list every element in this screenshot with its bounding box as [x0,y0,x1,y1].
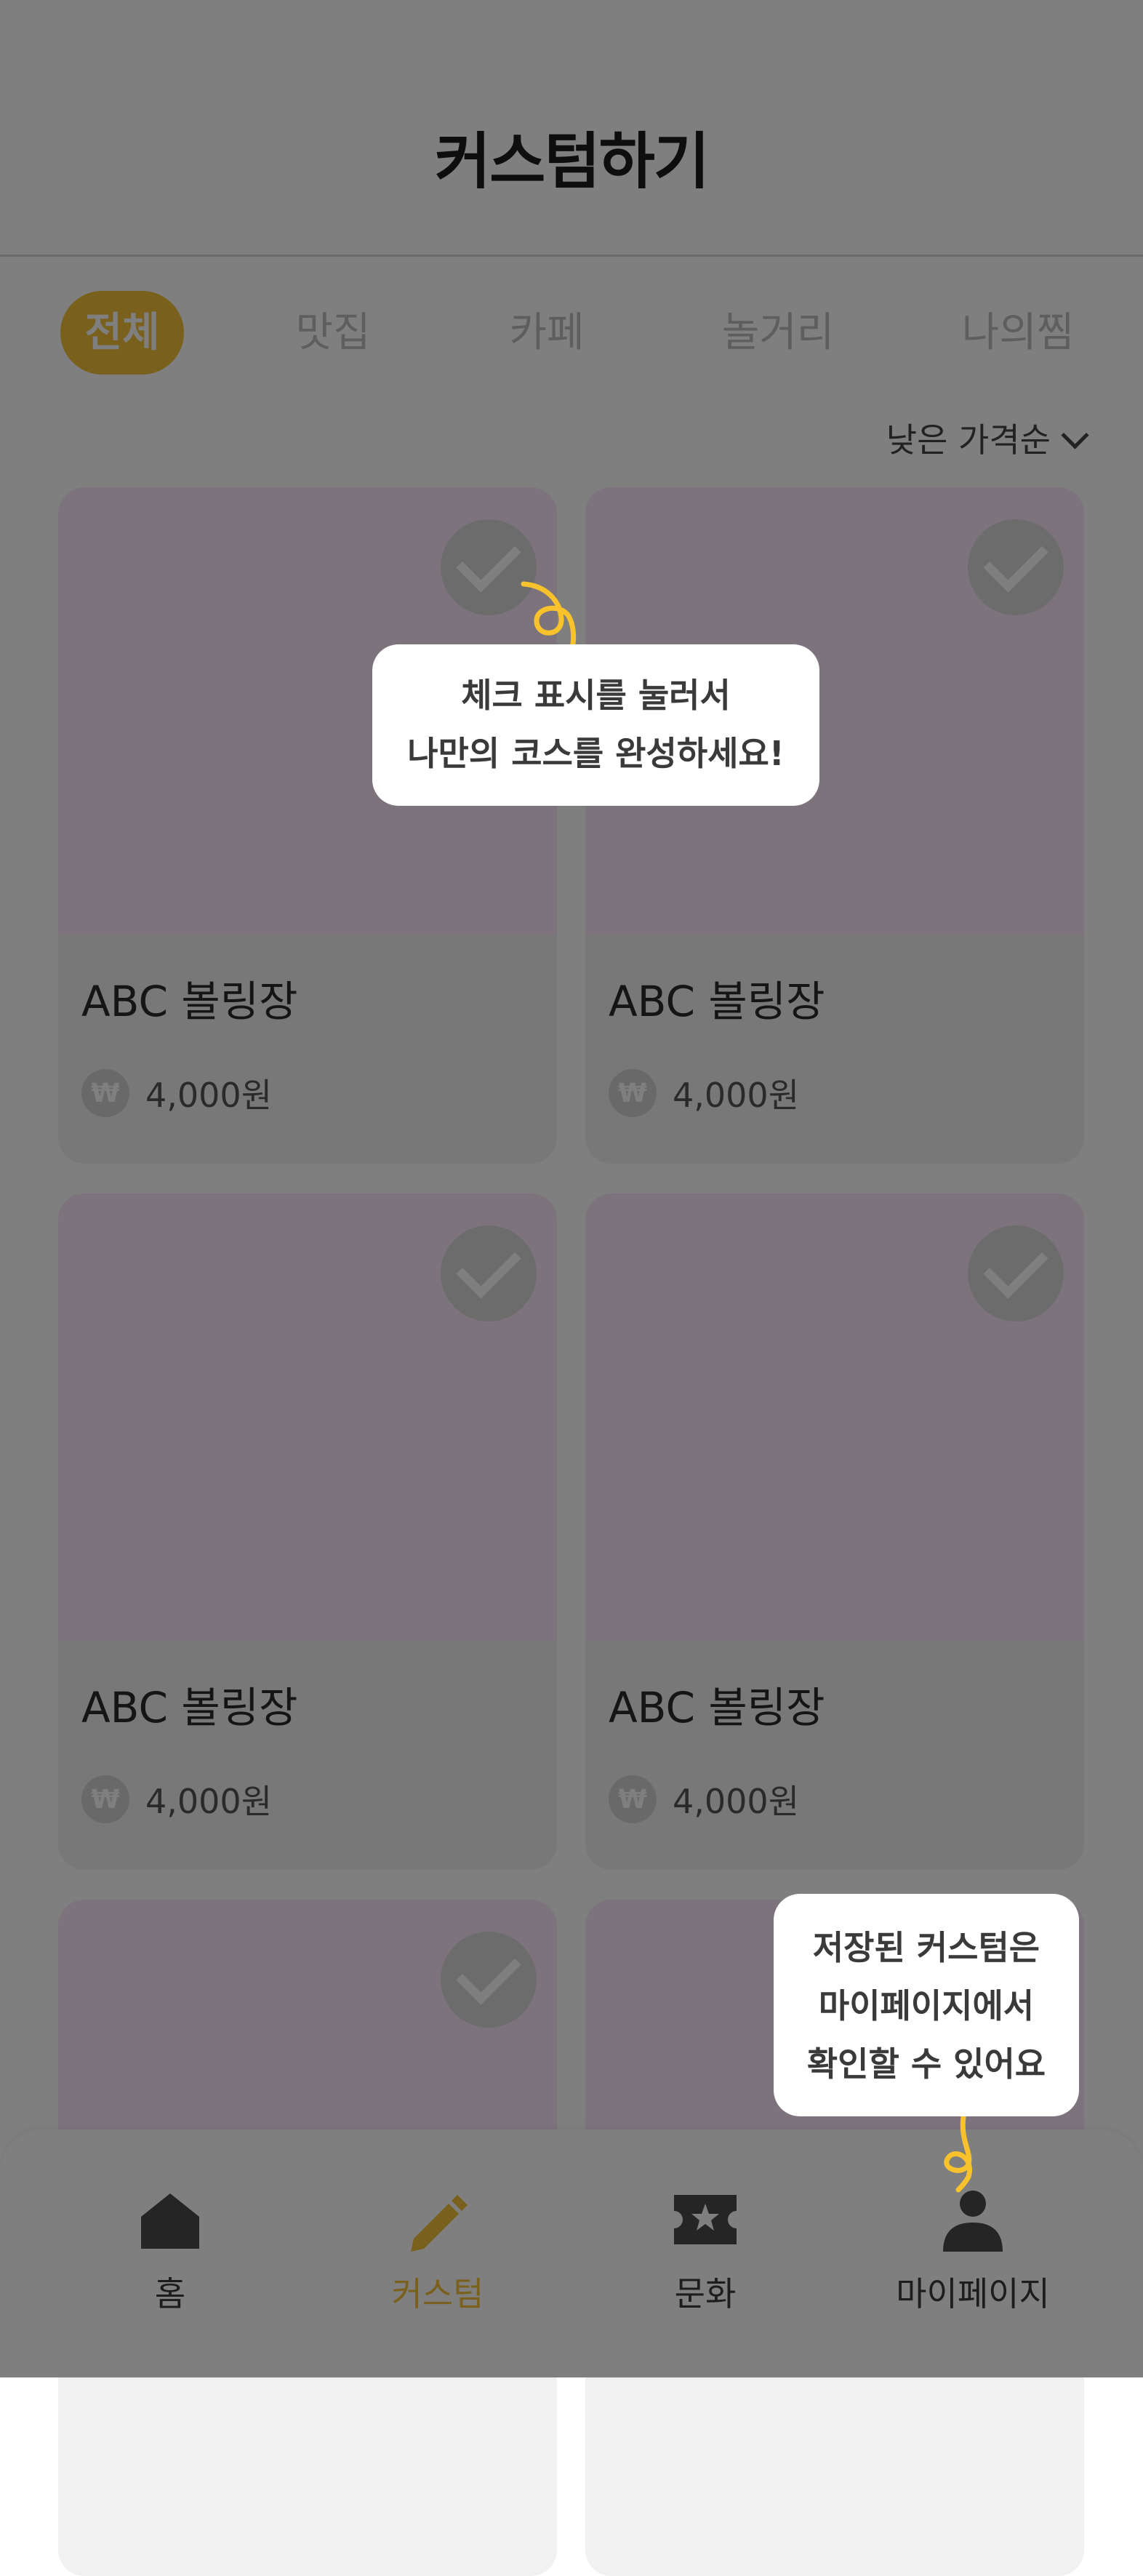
tooltip-line: 나만의 코스를 완성하세요! [407,734,785,773]
tooltip-mypage-guide: 저장된 커스텀은 마이페이지에서 확인할 수 있어요 [774,1894,1079,2116]
tooltip-line: 확인할 수 있어요 [806,2044,1046,2084]
coachmark-pointer-icon [944,2114,972,2193]
tooltip-line: 마이페이지에서 [818,1986,1035,2025]
tooltip-line: 저장된 커스텀은 [812,1928,1040,1967]
tooltip-line: 체크 표시를 눌러서 [461,676,731,715]
tooltip-check-guide: 체크 표시를 눌러서 나만의 코스를 완성하세요! [372,644,819,806]
